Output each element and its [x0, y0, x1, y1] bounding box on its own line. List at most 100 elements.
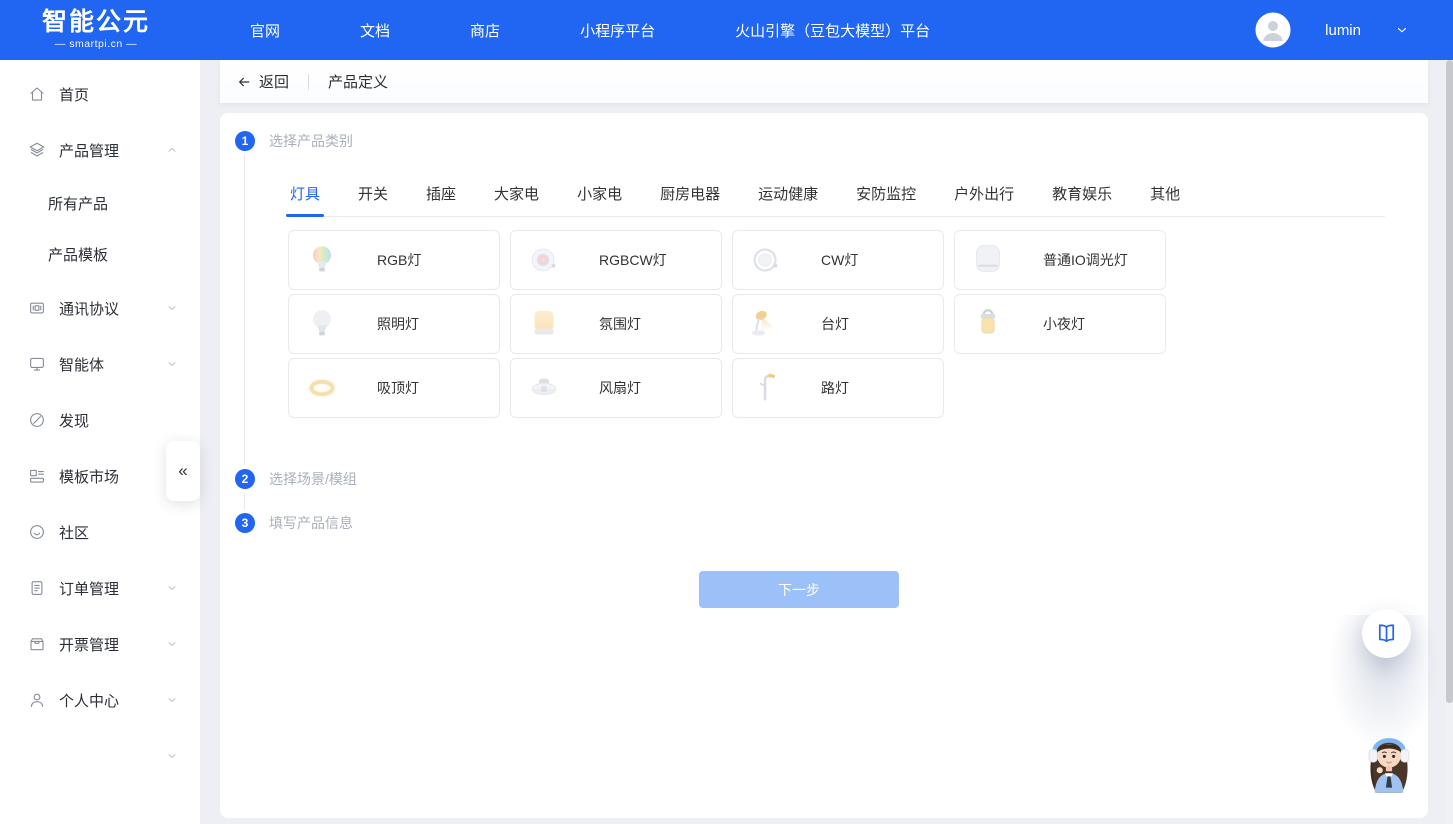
- product-card-cw-light[interactable]: CW灯: [732, 230, 944, 290]
- blank-icon: [28, 747, 46, 765]
- product-card-desk-lamp[interactable]: 台灯: [732, 294, 944, 354]
- sidebar-item-community[interactable]: 社区: [0, 504, 200, 560]
- sidebar-item-label: 社区: [59, 522, 89, 543]
- sidebar-item-label: 首页: [59, 84, 89, 105]
- product-card-ambient-light[interactable]: 氛围灯: [510, 294, 722, 354]
- top-nav-item-store[interactable]: 商店: [470, 20, 500, 41]
- chevron-up-icon: [166, 144, 178, 156]
- sidebar-item-discover[interactable]: 发现: [0, 392, 200, 448]
- top-nav-item-miniprogram-platform[interactable]: 小程序平台: [580, 20, 655, 41]
- tab-kitchen-appliance[interactable]: 厨房电器: [658, 183, 722, 216]
- next-step-button[interactable]: 下一步: [699, 571, 899, 608]
- home-icon: [28, 85, 46, 103]
- sidebar-item-product-management[interactable]: 产品管理: [0, 122, 200, 178]
- step-connector-line: [244, 493, 245, 509]
- step-1-number: 1: [235, 131, 255, 151]
- ambient-icon: [525, 305, 563, 343]
- sidebar-item-label: 通讯协议: [59, 298, 119, 319]
- protocol-icon: [28, 299, 46, 317]
- sidebar-item-personal-center[interactable]: 个人中心: [0, 672, 200, 728]
- top-header-bar: 智能公元 — smartpi.cn — 官网 文档 商店 小程序平台 火山引擎（豆包大模…: [0, 0, 1453, 60]
- sidebar-item-more[interactable]: [0, 728, 200, 784]
- product-card-label: 小夜灯: [1043, 314, 1085, 334]
- product-card-rgbcw-light[interactable]: RGBCW灯: [510, 230, 722, 290]
- tab-outdoor-travel[interactable]: 户外出行: [952, 183, 1016, 216]
- tab-small-appliance[interactable]: 小家电: [575, 183, 624, 216]
- sidebar-item-order-management[interactable]: 订单管理: [0, 560, 200, 616]
- product-card-label: RGB灯: [377, 250, 421, 270]
- ceiling-light-icon: [303, 369, 341, 407]
- sidebar-item-home[interactable]: 首页: [0, 66, 200, 122]
- step-3-number: 3: [235, 513, 255, 533]
- product-card-ceiling-light[interactable]: 吸顶灯: [288, 358, 500, 418]
- tab-education-entertainment[interactable]: 教育娱乐: [1050, 183, 1114, 216]
- step-3-label: 填写产品信息: [269, 513, 353, 533]
- tab-large-appliance[interactable]: 大家电: [492, 183, 541, 216]
- scrollbar-track: [1445, 60, 1453, 824]
- user-menu[interactable]: lumin: [1255, 0, 1409, 60]
- orders-icon: [28, 579, 46, 597]
- sidebar-subitem-product-templates[interactable]: 产品模板: [0, 229, 200, 280]
- tab-socket[interactable]: 插座: [424, 183, 458, 216]
- rgb-bulb-icon: [303, 241, 341, 279]
- agent-icon: [28, 355, 46, 373]
- top-nav-item-volcano-engine-platform[interactable]: 火山引擎（豆包大模型）平台: [735, 20, 930, 41]
- assistant-girl-icon: [1350, 728, 1428, 796]
- tab-security-monitoring[interactable]: 安防监控: [854, 183, 918, 216]
- chevron-down-icon: [166, 302, 178, 314]
- tab-sport-health[interactable]: 运动健康: [756, 183, 820, 216]
- product-card-label: 风扇灯: [599, 378, 641, 398]
- discover-icon: [28, 411, 46, 429]
- product-card-label: 氛围灯: [599, 314, 641, 334]
- tab-switch[interactable]: 开关: [356, 183, 390, 216]
- io-dimmer-icon: [969, 241, 1007, 279]
- cw-downlight-icon: [747, 241, 785, 279]
- product-card-io-dimmer-light[interactable]: 普通IO调光灯: [954, 230, 1166, 290]
- step-1-label: 选择产品类别: [269, 131, 353, 151]
- logo[interactable]: 智能公元 — smartpi.cn —: [42, 10, 150, 50]
- product-card-label: 台灯: [821, 314, 849, 334]
- tab-other[interactable]: 其他: [1148, 183, 1182, 216]
- sidebar-item-label: 模板市场: [59, 466, 119, 487]
- sidebar-subitem-all-products[interactable]: 所有产品: [0, 178, 200, 229]
- back-button[interactable]: 返回: [236, 71, 289, 92]
- sidebar-item-label: 开票管理: [59, 634, 119, 655]
- product-card-night-light[interactable]: 小夜灯: [954, 294, 1166, 354]
- product-card-fan-light[interactable]: 风扇灯: [510, 358, 722, 418]
- product-card-street-lamp[interactable]: 路灯: [732, 358, 944, 418]
- product-card-rgb-light[interactable]: RGB灯: [288, 230, 500, 290]
- top-nav-item-official-site[interactable]: 官网: [250, 20, 280, 41]
- rgbcw-downlight-icon: [525, 241, 563, 279]
- sidebar-item-label: 发现: [59, 410, 89, 431]
- sidebar-item-invoice-management[interactable]: 开票管理: [0, 616, 200, 672]
- street-lamp-icon: [747, 369, 785, 407]
- product-card-label: RGBCW灯: [599, 250, 667, 270]
- sidebar-item-smart-agent[interactable]: 智能体: [0, 336, 200, 392]
- user-avatar-icon: [1255, 12, 1291, 48]
- top-nav-item-docs[interactable]: 文档: [360, 20, 390, 41]
- sidebar-item-label: 产品管理: [59, 140, 119, 161]
- chevron-down-icon: [166, 694, 178, 706]
- sidebar-item-label: 智能体: [59, 354, 104, 375]
- step-connector-line: [244, 155, 245, 465]
- sidebar-collapse-button[interactable]: «: [166, 441, 200, 501]
- customer-service-assistant[interactable]: [1350, 728, 1428, 796]
- invoice-icon: [28, 635, 46, 653]
- scrollbar-thumb[interactable]: [1446, 60, 1453, 703]
- tab-lighting[interactable]: 灯具: [288, 183, 322, 216]
- docs-floating-button[interactable]: [1362, 609, 1411, 658]
- step-3: 3 填写产品信息: [235, 513, 353, 533]
- product-card-grid: RGB灯 RGBCW灯 CW灯 普通IO调光灯照明灯 氛围灯 台灯 小夜灯吸顶灯 风扇灯 路灯: [288, 230, 1166, 418]
- product-card-label: CW灯: [821, 250, 858, 270]
- product-card-illumination-light[interactable]: 照明灯: [288, 294, 500, 354]
- chevron-down-icon: [166, 750, 178, 762]
- bulb-icon: [303, 305, 341, 343]
- chevron-down-icon: [166, 582, 178, 594]
- product-card-label: 吸顶灯: [377, 378, 419, 398]
- sidebar-item-communication-protocol[interactable]: 通讯协议: [0, 280, 200, 336]
- divider: [308, 74, 309, 90]
- open-book-icon: [1375, 622, 1398, 645]
- step-2-number: 2: [235, 469, 255, 489]
- category-tabs: 灯具 开关 插座 大家电 小家电 厨房电器 运动健康 安防监控 户外出行 教育娱乐 其他: [288, 183, 1385, 217]
- market-icon: [28, 467, 46, 485]
